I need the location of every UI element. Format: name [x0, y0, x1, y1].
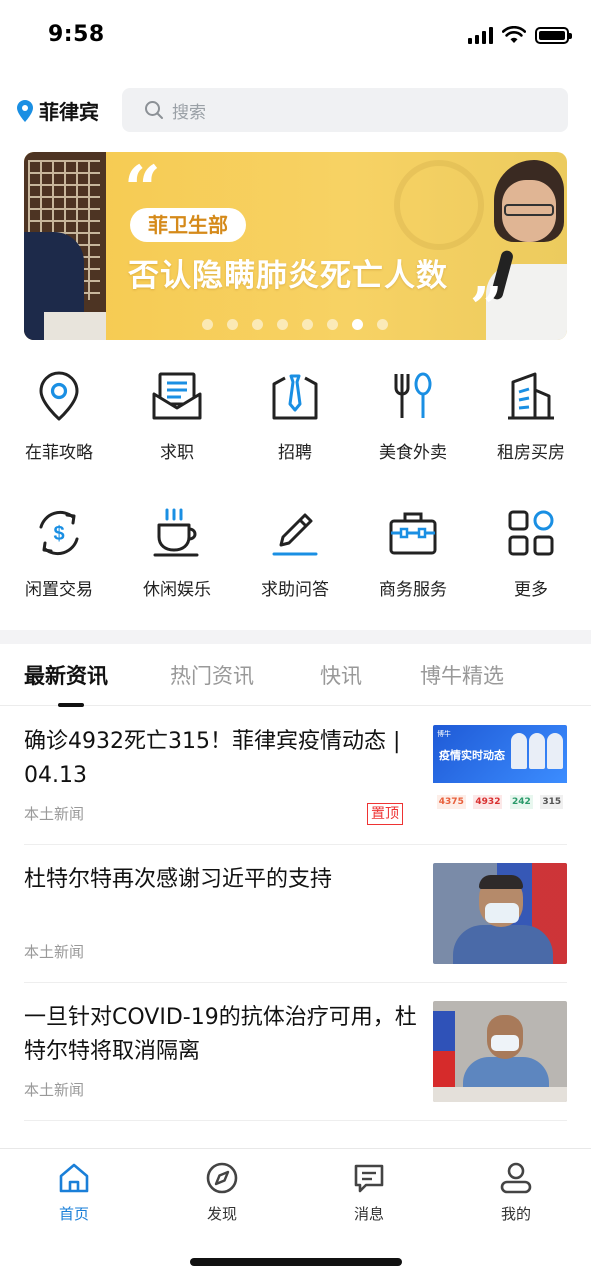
category-label: 商务服务 [379, 580, 447, 600]
search-placeholder: 搜索 [172, 102, 206, 123]
banner-title: 否认隐瞒肺炎死亡人数 [128, 258, 448, 294]
nav-label: 发现 [206, 1205, 237, 1223]
banner-carousel[interactable]: “ 菲卫生部 否认隐瞒肺炎死亡人数 ” [24, 152, 567, 340]
home-indicator[interactable] [190, 1258, 402, 1266]
recycle-dollar-icon: $ [39, 510, 79, 556]
news-source: 本土新闻 [24, 1081, 85, 1099]
category-label: 求职 [160, 443, 194, 463]
carousel-dot[interactable] [202, 319, 213, 330]
carousel-dot[interactable] [227, 319, 238, 330]
quote-close-icon: ” [470, 275, 503, 340]
building-icon [508, 372, 554, 420]
carousel-dot[interactable] [327, 319, 338, 330]
location-pin-icon [39, 371, 79, 421]
news-item[interactable]: 确诊4932死亡315！菲律宾疫情动态 | 04.13 本土新闻 置顶 博牛 疫… [24, 707, 567, 845]
carousel-dot[interactable] [377, 319, 388, 330]
news-title: 确诊4932死亡315！菲律宾疫情动态 | 04.13 [24, 729, 401, 788]
grid-more-icon [508, 510, 554, 556]
thumbnail-stat: 4932 [473, 795, 503, 809]
category-label: 租房买房 [497, 443, 565, 463]
nav-label: 首页 [58, 1205, 89, 1223]
category-business[interactable]: 商务服务 [354, 497, 472, 617]
category-jobs[interactable]: 求职 [118, 360, 236, 480]
nav-label: 我的 [500, 1205, 531, 1223]
news-source: 本土新闻 [24, 805, 85, 823]
tab-hot-news[interactable]: 热门资讯 [170, 660, 254, 690]
carousel-dot[interactable] [277, 319, 288, 330]
category-label: 更多 [514, 580, 548, 600]
section-divider [0, 630, 591, 644]
thumbnail-heading: 疫情实时动态 [439, 749, 505, 762]
category-label: 美食外卖 [379, 443, 447, 463]
category-guide[interactable]: 在菲攻略 [0, 360, 118, 480]
carousel-dot[interactable] [302, 319, 313, 330]
carousel-dots[interactable] [202, 319, 388, 330]
thumbnail-stat: 242 [510, 795, 533, 809]
necktie-icon [272, 374, 318, 420]
profile-icon [500, 1162, 532, 1194]
carousel-dot[interactable] [252, 319, 263, 330]
battery-icon [535, 26, 572, 44]
nav-profile[interactable]: 我的 [456, 1161, 576, 1224]
news-source: 本土新闻 [24, 943, 85, 961]
banner-photo-left [24, 152, 106, 340]
wifi-icon [502, 26, 526, 43]
status-icons [468, 26, 572, 44]
tab-featured[interactable]: 博牛精选 [420, 660, 504, 690]
news-tabs: 最新资讯 热门资讯 快讯 博牛精选 [0, 644, 591, 707]
banner-seal-graphic [394, 160, 484, 250]
status-time: 9:58 [48, 22, 105, 47]
pinned-badge: 置顶 [367, 803, 403, 825]
location-selector[interactable]: 菲律宾 [17, 96, 99, 125]
search-input[interactable]: 搜索 [122, 88, 568, 132]
nav-messages[interactable]: 消息 [309, 1161, 429, 1224]
thumbnail-stats: 4375 4932 242 315 [433, 795, 567, 809]
category-label: 招聘 [278, 443, 312, 463]
location-label: 菲律宾 [39, 100, 99, 124]
search-icon [145, 101, 163, 119]
category-food[interactable]: 美食外卖 [354, 360, 472, 480]
nav-home[interactable]: 首页 [14, 1161, 134, 1224]
news-item[interactable]: 杜特尔特再次感谢习近平的支持 本土新闻 [24, 845, 567, 983]
carousel-dot[interactable] [352, 319, 363, 330]
svg-text:$: $ [53, 523, 64, 545]
category-housing[interactable]: 租房买房 [472, 360, 590, 480]
thumbnail-brand: 博牛 [437, 730, 451, 738]
category-secondhand[interactable]: $ 闲置交易 [0, 497, 118, 617]
news-title: 杜特尔特再次感谢习近平的支持 [24, 867, 333, 892]
category-label: 求助问答 [261, 580, 329, 600]
category-leisure[interactable]: 休闲娱乐 [118, 497, 236, 617]
nav-discover[interactable]: 发现 [162, 1161, 282, 1224]
compass-icon [206, 1162, 238, 1194]
news-item[interactable]: 一旦针对COVID-19的抗体治疗可用，杜特尔特将取消隔离 本土新闻 [24, 983, 567, 1121]
nav-label: 消息 [353, 1205, 384, 1223]
home-icon [59, 1163, 89, 1193]
coffee-cup-icon [153, 508, 199, 557]
thumbnail-stat: 315 [540, 795, 564, 809]
category-hiring[interactable]: 招聘 [236, 360, 354, 480]
news-title: 一旦针对COVID-19的抗体治疗可用，杜特尔特将取消隔离 [24, 1005, 417, 1064]
category-more[interactable]: 更多 [472, 497, 590, 617]
news-thumbnail [433, 1001, 567, 1102]
message-icon [354, 1164, 384, 1193]
cellular-signal-icon [468, 26, 493, 44]
category-label: 在菲攻略 [25, 443, 93, 463]
search-header: 菲律宾 搜索 [0, 86, 591, 134]
location-pin-icon [17, 99, 33, 122]
category-label: 闲置交易 [25, 580, 93, 600]
news-thumbnail [433, 863, 567, 964]
briefcase-icon [389, 512, 437, 555]
news-thumbnail: 博牛 疫情实时动态 4375 4932 242 315 [433, 725, 567, 826]
tab-flash-news[interactable]: 快讯 [320, 660, 362, 690]
banner-tag: 菲卫生部 [130, 208, 246, 242]
pencil-icon [272, 513, 318, 556]
envelope-document-icon [152, 372, 202, 420]
category-label: 休闲娱乐 [143, 580, 211, 600]
category-qa[interactable]: 求助问答 [236, 497, 354, 617]
status-bar: 9:58 [0, 0, 591, 72]
fork-spoon-icon [394, 372, 432, 418]
thumbnail-stat: 4375 [436, 795, 466, 809]
tab-latest-news[interactable]: 最新资讯 [24, 660, 108, 690]
